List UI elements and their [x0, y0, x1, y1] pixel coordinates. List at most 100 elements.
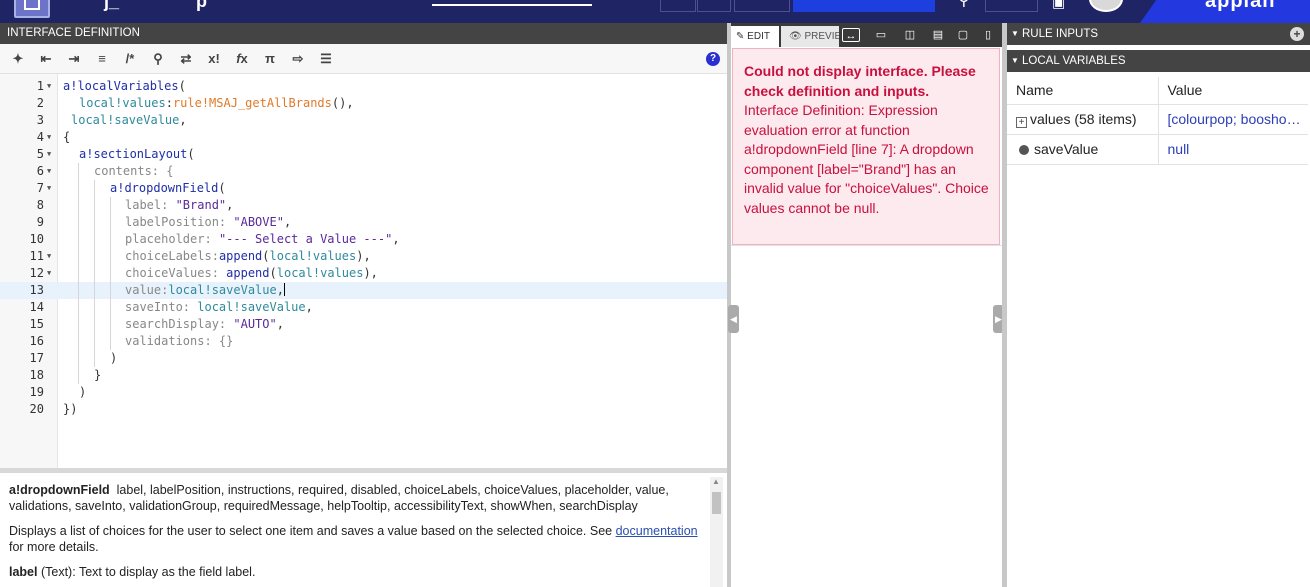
scroll-up-arrow-icon[interactable]: ▲ — [712, 477, 720, 486]
code-token: , — [276, 317, 284, 331]
error-heading: Could not display interface. Please chec… — [744, 63, 976, 99]
fold-arrow-icon[interactable]: ▼ — [47, 265, 51, 282]
desktop-icon[interactable]: ◫ — [901, 28, 919, 42]
code-editor[interactable]: 1 ▼ a!localVariables(2 local!values:rule!MS… — [0, 74, 727, 468]
fold-arrow-icon[interactable]: ▼ — [47, 163, 51, 180]
code-token: { — [63, 130, 71, 144]
line-number: 18 — [29, 368, 44, 382]
laptop-icon[interactable]: ▤ — [929, 28, 947, 42]
docs-scrollbar[interactable]: ▲ — [710, 477, 723, 587]
collapse-arrow-icon[interactable]: ▼ — [1011, 50, 1019, 72]
fold-arrow-icon[interactable]: ▼ — [47, 78, 51, 95]
line-number: 1 — [36, 79, 44, 93]
variable-value-cell[interactable]: [colourpop; booshoo; rimmel] — [1158, 104, 1308, 135]
outdent-icon[interactable]: ⇤ — [37, 50, 55, 68]
variable-name-cell[interactable]: + values (58 items) — [1007, 104, 1159, 135]
search-icon[interactable]: ⚲ — [149, 50, 167, 68]
toolbar-button-1[interactable] — [660, 0, 696, 12]
code-token: a!sectionLayout — [79, 147, 188, 161]
toolbar-button-4[interactable] — [985, 0, 1038, 12]
code-line[interactable]: 6 ▼ contents: { — [0, 163, 727, 180]
magic-wand-icon[interactable]: ✦ — [9, 50, 27, 68]
code-line[interactable]: 5 ▼ a!sectionLayout( — [0, 146, 727, 163]
add-rule-input-icon[interactable]: + — [1290, 27, 1304, 41]
primary-action-button[interactable] — [793, 0, 935, 12]
code-text: local!values:rule!MSAJ_getAllBrands(), — [79, 95, 354, 112]
function-icon[interactable]: fx — [233, 50, 251, 68]
code-line[interactable]: 20}) — [0, 401, 727, 418]
tablet-icon[interactable]: ▢ — [954, 28, 972, 42]
search-icon[interactable]: ⚲ — [958, 0, 970, 10]
help-icon[interactable]: ? — [706, 52, 720, 66]
code-text: label: "Brand", — [125, 197, 233, 214]
toolbar-button-2[interactable] — [697, 0, 731, 12]
code-text: { — [63, 129, 70, 146]
fold-arrow-icon[interactable]: ▼ — [47, 180, 51, 197]
editor-toolbar: ✦ ⇤ ⇥ ≡ /* ⚲ ⇄ x! fx π ⇨ ☰ ? — [0, 44, 727, 74]
code-token: a!dropdownField — [110, 181, 219, 195]
fold-arrow-icon[interactable]: ▼ — [47, 129, 51, 146]
code-text: }) — [63, 401, 77, 418]
documentation-link[interactable]: documentation — [616, 524, 698, 538]
desktop-wide-icon[interactable]: ▭ — [872, 28, 890, 42]
code-line[interactable]: 4 ▼ { — [0, 129, 727, 146]
phone-icon[interactable]: ▯ — [979, 28, 997, 42]
line-number: 3 — [36, 113, 44, 127]
line-number: 15 — [29, 317, 44, 331]
code-line[interactable]: 18} — [0, 367, 727, 384]
code-token: validations — [125, 334, 205, 348]
database-search-icon[interactable]: ☰ — [317, 50, 335, 68]
error-body: Interface Definition: Expression evaluat… — [744, 102, 989, 216]
code-line[interactable]: 2 local!values:rule!MSAJ_getAllBrands(), — [0, 95, 727, 112]
code-token: : {} — [204, 334, 234, 348]
collapse-left-handle-icon[interactable]: ◀ — [728, 305, 739, 333]
fit-width-icon[interactable]: ↔ — [842, 28, 860, 42]
code-text: a!sectionLayout( — [79, 146, 195, 163]
tab-edit[interactable]: ✎ EDIT — [731, 26, 779, 47]
scroll-thumb[interactable] — [712, 492, 721, 514]
tab-preview[interactable]: 👁 PREVIEW — [781, 26, 839, 47]
code-token: ( — [218, 181, 226, 195]
app-grid-icon[interactable]: ▣ — [1052, 0, 1065, 11]
code-token: append — [218, 249, 263, 263]
code-token: : — [182, 300, 198, 314]
code-line[interactable]: 7 ▼ a!dropdownField( — [0, 180, 727, 197]
code-text: local!saveValue, — [71, 112, 187, 129]
shuffle-icon[interactable]: ⇄ — [177, 50, 195, 68]
code-token: value — [125, 283, 162, 297]
doc-param-desc: (Text): Text to display as the field lab… — [37, 565, 256, 579]
code-line[interactable]: 1 ▼ a!localVariables( — [0, 78, 727, 95]
code-token: local!saveValue — [197, 300, 306, 314]
indent-icon[interactable]: ⇥ — [65, 50, 83, 68]
fold-arrow-icon[interactable]: ▼ — [47, 146, 51, 163]
comment-icon[interactable]: /* — [121, 50, 139, 68]
line-number: 16 — [29, 334, 44, 348]
code-line[interactable]: 17) — [0, 350, 727, 367]
table-row: + values (58 items) [colourpop; booshoo; … — [1007, 104, 1308, 135]
user-avatar[interactable] — [1089, 0, 1123, 12]
code-token: "AUTO" — [233, 317, 277, 331]
pi-constant-icon[interactable]: π — [261, 50, 279, 68]
code-line[interactable]: 3 local!saveValue, — [0, 112, 727, 129]
expand-plus-icon[interactable]: + — [1016, 116, 1027, 128]
export-icon[interactable]: ⇨ — [289, 50, 307, 68]
line-number: 10 — [29, 232, 44, 246]
local-variable-icon[interactable]: x! — [205, 50, 223, 68]
code-text: placeholder: "--- Select a Value ---", — [125, 231, 400, 248]
toolbar-button-3[interactable] — [734, 0, 790, 12]
fold-arrow-icon[interactable]: ▼ — [47, 248, 51, 265]
rule-inputs-header[interactable]: ▼ RULE INPUTS + — [1007, 23, 1310, 45]
code-token: : — [211, 266, 227, 280]
column-header-name: Name — [1007, 77, 1159, 105]
code-text: saveInto: local!saveValue, — [125, 299, 313, 316]
code-token: label — [125, 198, 162, 212]
code-token: choiceLabels — [125, 249, 212, 263]
code-text: choiceLabels:append(local!values), — [125, 248, 371, 265]
local-variables-header[interactable]: ▼ LOCAL VARIABLES — [1007, 50, 1310, 72]
list-icon[interactable]: ≡ — [93, 50, 111, 68]
collapse-arrow-icon[interactable]: ▼ — [1011, 23, 1019, 45]
code-line[interactable]: 19) — [0, 384, 727, 401]
preview-panel: ✎ EDIT 👁 PREVIEW ↔ ▭ ◫ ▤ ▢ ▯ Could not d… — [731, 23, 1002, 587]
code-token: saveInto — [125, 300, 183, 314]
app-logo-icon[interactable] — [14, 0, 50, 18]
